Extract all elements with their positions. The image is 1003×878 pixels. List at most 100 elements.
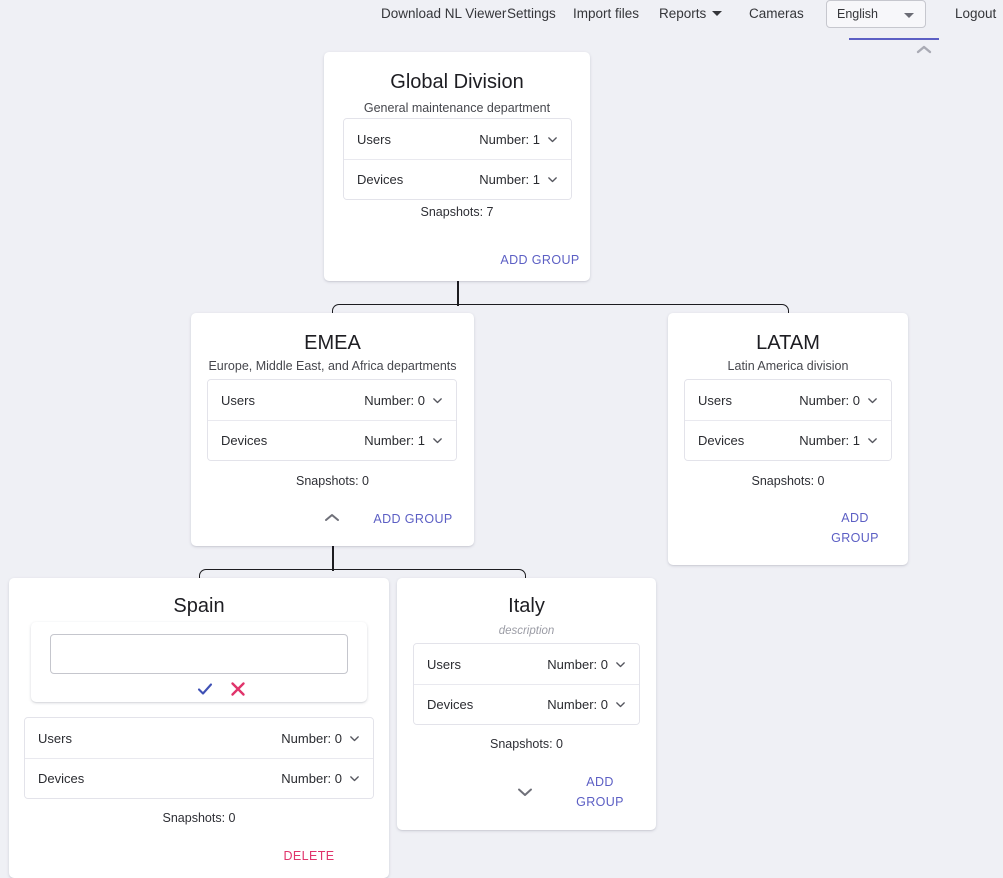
panel-value-users: Number: 0 — [799, 393, 860, 408]
chevron-down-icon — [432, 395, 443, 406]
check-icon[interactable] — [194, 678, 216, 700]
snapshots-count: Snapshots: 7 — [324, 204, 590, 220]
connector-vertical-global — [457, 281, 459, 306]
card-title: LATAM — [668, 330, 908, 356]
panel-row-devices[interactable]: Devices Number: 0 — [414, 684, 639, 724]
chevron-up-icon[interactable] — [319, 507, 345, 529]
panel-value-wrap: Number: 0 — [281, 771, 360, 786]
panel-value-users: Number: 1 — [479, 132, 540, 147]
chevron-down-icon — [615, 659, 626, 670]
card-latam: LATAM Latin America division Users Numbe… — [668, 313, 908, 565]
panel-value-users: Number: 0 — [547, 657, 608, 672]
snapshots-count: Snapshots: 0 — [9, 810, 389, 826]
group-name-input[interactable] — [50, 634, 348, 674]
chevron-down-icon — [904, 13, 914, 18]
panel-row-users[interactable]: Users Number: 0 — [685, 380, 891, 420]
connector-vertical-emea — [332, 546, 334, 571]
panel-value-wrap: Number: 0 — [281, 731, 360, 746]
card-title: Global Division — [324, 69, 590, 95]
card-subtitle: Latin America division — [668, 358, 908, 374]
panel-row-users[interactable]: Users Number: 1 — [344, 119, 571, 159]
panel-value-devices: Number: 1 — [479, 172, 540, 187]
panel-group: Users Number: 1 Devices Number: 1 — [343, 118, 572, 200]
card-subtitle: Europe, Middle East, and Africa departme… — [191, 358, 474, 374]
nav-label: Import files — [573, 6, 639, 21]
chevron-down-icon[interactable] — [512, 781, 538, 803]
add-group-label-line1: ADD — [820, 508, 890, 528]
nav-reports[interactable]: Reports — [659, 5, 722, 22]
nav-label: Logout — [955, 6, 996, 21]
card-title: Italy — [397, 593, 656, 619]
panel-value-wrap: Number: 1 — [364, 433, 443, 448]
panel-label-devices: Devices — [221, 433, 267, 448]
panel-label-devices: Devices — [427, 697, 473, 712]
card-italy: Italy description Users Number: 0 Device… — [397, 578, 656, 830]
panel-value-wrap: Number: 1 — [799, 433, 878, 448]
panel-label-devices: Devices — [357, 172, 403, 187]
add-group-button[interactable]: ADD GROUP — [363, 509, 463, 529]
panel-value-wrap: Number: 0 — [547, 697, 626, 712]
panel-value-devices: Number: 0 — [281, 771, 342, 786]
add-group-button[interactable]: ADD GROUP — [820, 508, 890, 548]
panel-row-users[interactable]: Users Number: 0 — [208, 380, 456, 420]
chevron-down-icon — [547, 174, 558, 185]
panel-value-devices: Number: 0 — [547, 697, 608, 712]
panel-label-users: Users — [38, 731, 72, 746]
card-subtitle: description — [397, 623, 656, 639]
card-global-division: Global Division General maintenance depa… — [324, 52, 590, 281]
delete-button[interactable]: DELETE — [259, 846, 359, 866]
panel-row-devices[interactable]: Devices Number: 1 — [685, 420, 891, 460]
panel-group: Users Number: 0 Devices Number: 1 — [684, 379, 892, 461]
caret-down-icon — [712, 11, 722, 16]
chevron-down-icon — [432, 435, 443, 446]
nav-cameras[interactable]: Cameras — [749, 5, 804, 22]
card-spain: Spain Users Number: 0 Devices Number: 0 … — [9, 578, 389, 878]
edit-name-panel — [31, 622, 367, 702]
panel-label-users: Users — [427, 657, 461, 672]
nav-logout[interactable]: Logout — [955, 5, 996, 22]
panel-group: Users Number: 0 Devices Number: 0 — [413, 643, 640, 725]
add-group-button[interactable]: ADD GROUP — [565, 772, 635, 812]
panel-group: Users Number: 0 Devices Number: 0 — [24, 717, 374, 799]
chevron-down-icon — [349, 773, 360, 784]
add-group-label-line2: GROUP — [565, 792, 635, 812]
chevron-down-icon — [867, 435, 878, 446]
add-group-label-line1: ADD — [565, 772, 635, 792]
panel-value-wrap: Number: 0 — [364, 393, 443, 408]
panel-row-devices[interactable]: Devices Number: 1 — [344, 159, 571, 199]
snapshots-count: Snapshots: 0 — [397, 736, 656, 752]
panel-value-wrap: Number: 1 — [479, 132, 558, 147]
nav-label: Cameras — [749, 6, 804, 21]
snapshots-count: Snapshots: 0 — [668, 473, 908, 489]
panel-label-users: Users — [698, 393, 732, 408]
panel-value-wrap: Number: 1 — [479, 172, 558, 187]
panel-row-devices[interactable]: Devices Number: 0 — [25, 758, 373, 798]
add-group-button[interactable]: ADD GROUP — [490, 250, 590, 270]
panel-label-users: Users — [221, 393, 255, 408]
nav-label: Reports — [659, 6, 706, 21]
chevron-down-icon — [349, 733, 360, 744]
panel-row-devices[interactable]: Devices Number: 1 — [208, 420, 456, 460]
add-group-label-line2: GROUP — [820, 528, 890, 548]
snapshots-count: Snapshots: 0 — [191, 473, 474, 489]
nav-download-nl-viewer[interactable]: Download NL Viewer — [381, 5, 506, 22]
nav-active-underline — [849, 38, 939, 40]
card-title: EMEA — [191, 330, 474, 356]
top-navigation-bar: Download NL Viewer Settings Import files… — [0, 0, 1003, 40]
panel-value-devices: Number: 1 — [799, 433, 860, 448]
language-select[interactable]: English — [826, 0, 926, 28]
close-icon[interactable] — [227, 678, 249, 700]
chevron-down-icon — [867, 395, 878, 406]
panel-label-users: Users — [357, 132, 391, 147]
chevron-up-icon[interactable] — [916, 44, 932, 54]
panel-row-users[interactable]: Users Number: 0 — [25, 718, 373, 758]
panel-row-users[interactable]: Users Number: 0 — [414, 644, 639, 684]
card-emea: EMEA Europe, Middle East, and Africa dep… — [191, 313, 474, 546]
panel-value-wrap: Number: 0 — [547, 657, 626, 672]
nav-label: Download NL Viewer — [381, 6, 506, 21]
panel-label-devices: Devices — [38, 771, 84, 786]
nav-settings[interactable]: Settings — [507, 5, 556, 22]
panel-label-devices: Devices — [698, 433, 744, 448]
nav-import-files[interactable]: Import files — [573, 5, 639, 22]
chevron-down-icon — [615, 699, 626, 710]
